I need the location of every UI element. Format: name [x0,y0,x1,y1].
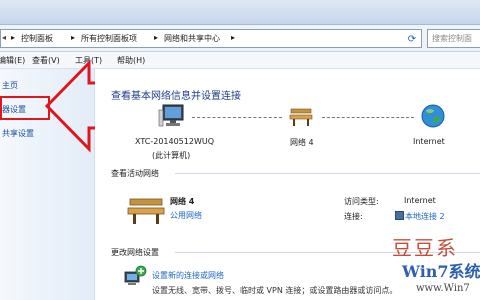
computer-icon [158,104,184,127]
chevron-right-icon[interactable]: ▸ [154,33,158,42]
computer-sublabel: (此计算机) [152,151,191,160]
back-chevron-icon[interactable]: ◂ [2,33,6,42]
watermark-text: 豆豆系 [392,236,458,260]
menu-edit[interactable]: 编辑(E) [0,55,25,66]
setup-connection-desc: 设置无线、宽带、拨号、临时或 VPN 连接；或设置路由器或访问点。 [152,286,398,295]
internet-label[interactable]: Internet [413,137,445,146]
watermark-logo: Win7系统 [402,262,480,281]
watermark-url: www.Win7 [416,283,470,294]
sidebar-item-home[interactable]: 主页 [2,80,18,91]
search-input[interactable]: 搜索控制面 [427,29,480,48]
access-type-value: Internet [404,196,436,205]
internet-globe-icon [421,104,445,128]
window-titlebar [0,0,480,25]
chevron-right-icon[interactable]: ▸ [71,33,75,42]
refresh-icon[interactable]: ⟳ [406,34,418,45]
crumb-control-panel[interactable]: 控制面板 [21,33,53,44]
ethernet-icon [395,211,404,220]
active-network-name: 网络 4 [170,197,195,206]
sidebar-item-sharing-settings[interactable]: 共享设置 [2,128,34,139]
new-connection-icon [124,265,147,285]
link-line [192,117,282,119]
active-networks-title: 查看活动网络 [111,169,159,178]
network-bench-icon [127,198,165,224]
page-title: 查看基本网络信息并设置连接 [111,91,241,102]
local-connection-link[interactable]: 本地连接 2 [405,211,445,222]
network-bench-icon [289,108,313,126]
address-bar: ◂ ▸ 控制面板 ▸ 所有控制面板项 ▸ 网络和共享中心 ▸ ⟳ 搜索控制面 [0,25,480,52]
network-type-link[interactable]: 公用网络 [170,210,202,221]
connection-label: 连接: [344,212,363,221]
access-type-label: 访问类型: [344,197,379,206]
crumb-network-center[interactable]: 网络和共享中心 [164,33,220,44]
chevron-right-icon[interactable]: ▸ [11,33,15,42]
chevron-right-icon[interactable]: ▸ [231,33,235,42]
network-name-label[interactable]: 网络 4 [290,137,314,148]
setup-connection-link[interactable]: 设置新的连接或网络 [152,270,224,281]
computer-name: XTC-20140512WUQ [135,137,215,146]
search-placeholder: 搜索控制面 [432,34,472,43]
section-divider [175,173,480,174]
crumb-all-items[interactable]: 所有控制面板项 [81,33,137,44]
link-line [322,117,414,119]
change-settings-title: 更改网络设置 [111,248,159,257]
breadcrumb[interactable]: ◂ ▸ 控制面板 ▸ 所有控制面板项 ▸ 网络和共享中心 ▸ ⟳ [0,29,422,48]
